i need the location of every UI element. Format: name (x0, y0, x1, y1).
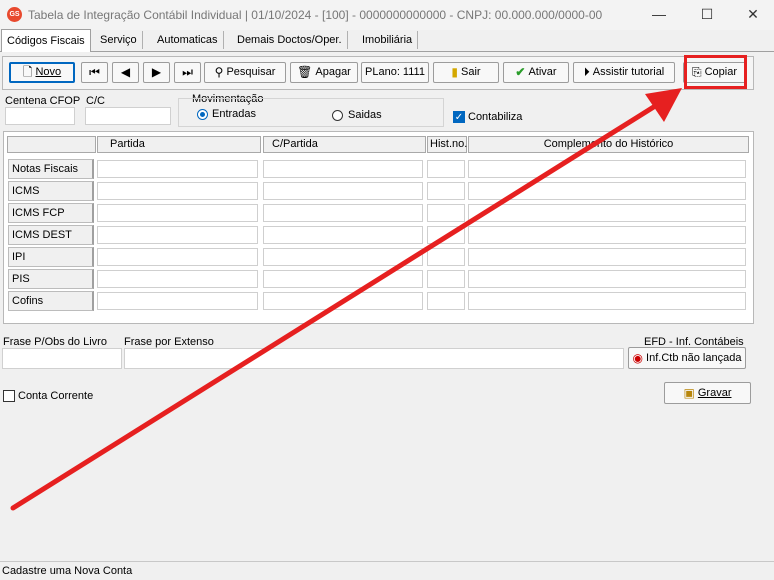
arrow-shaft (10, 100, 663, 511)
arrow-head (645, 88, 682, 122)
annotation-arrow (10, 88, 682, 511)
